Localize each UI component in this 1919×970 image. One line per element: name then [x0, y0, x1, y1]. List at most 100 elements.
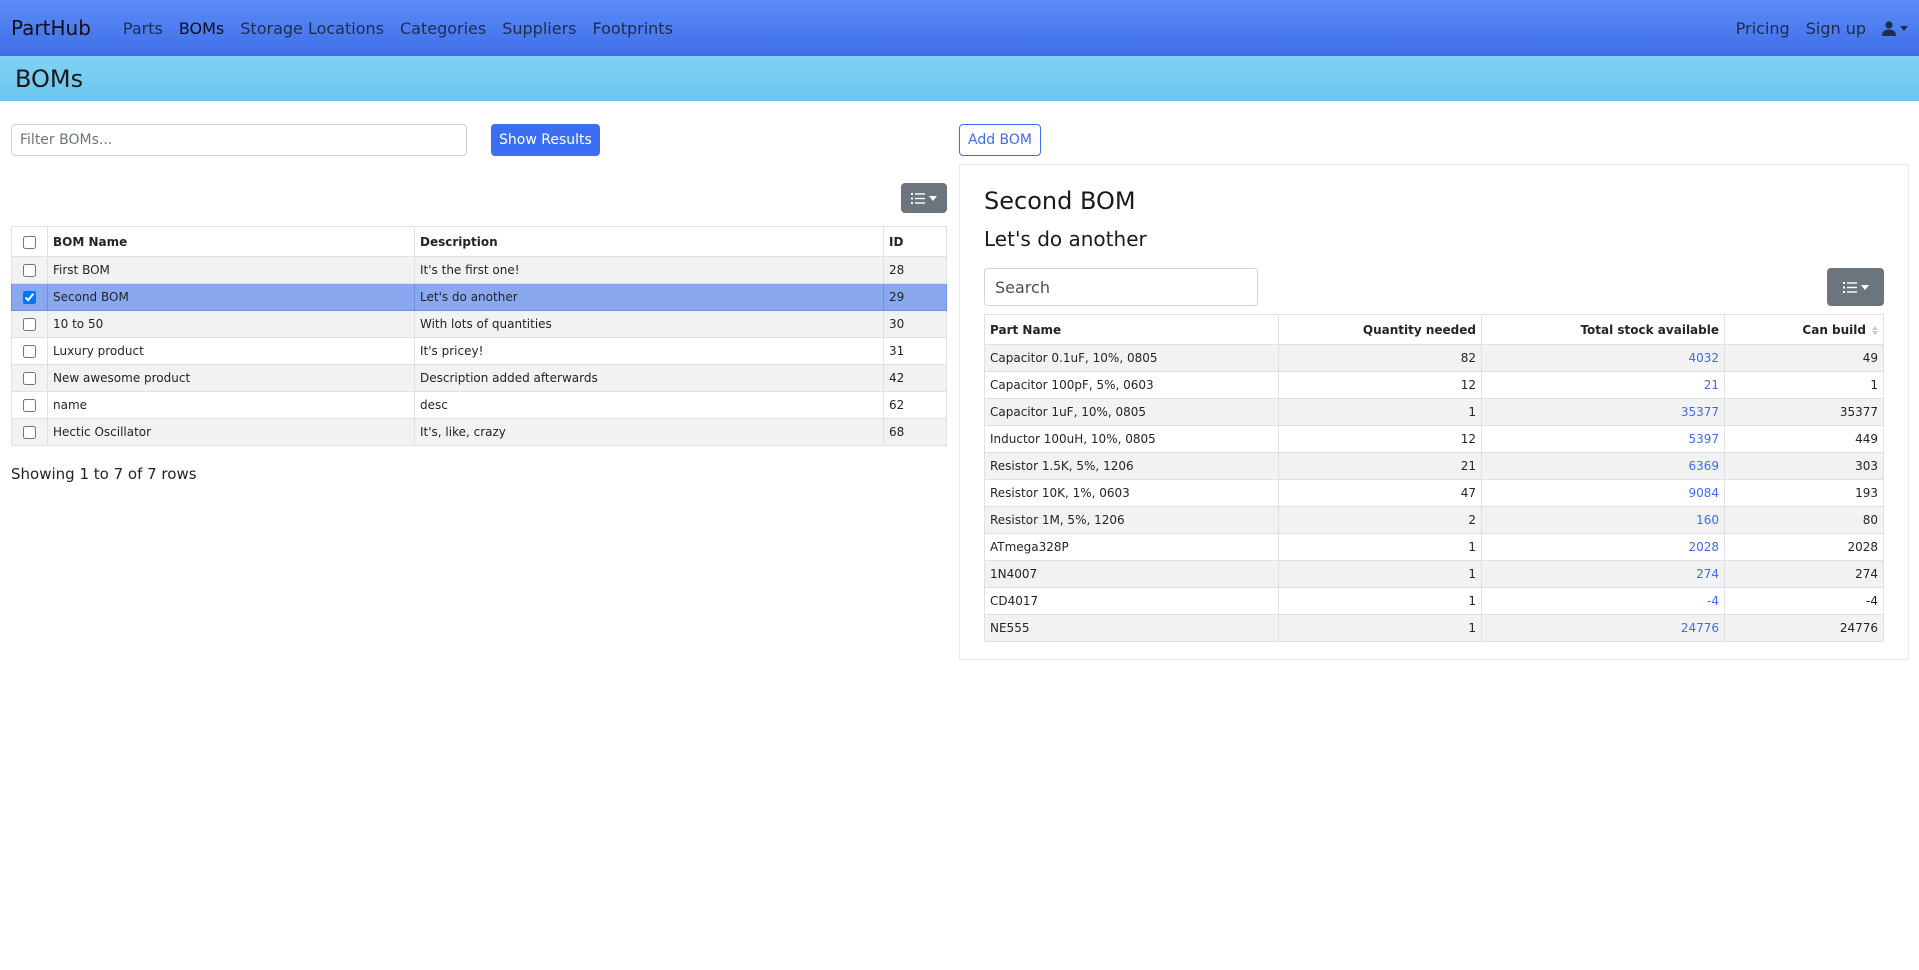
filter-row: Show Results — [11, 124, 947, 156]
can-build-cell: 1 — [1724, 371, 1884, 399]
table-row[interactable]: name desc 62 — [11, 391, 947, 419]
row-select-cell — [11, 391, 48, 419]
bom-detail-panel: Second BOM Let's do another Part Name — [959, 164, 1909, 660]
bom-table: BOM Name Description ID First BOM It's t… — [11, 226, 947, 446]
bom-parts-toolbar — [984, 268, 1884, 306]
quantity-cell: 1 — [1278, 614, 1482, 642]
column-header-id[interactable]: ID — [883, 226, 947, 257]
row-checkbox[interactable] — [23, 264, 36, 277]
row-checkbox[interactable] — [23, 426, 36, 439]
table-row: Capacitor 1uF, 10%, 0805 1 35377 35377 — [984, 398, 1884, 426]
nav-boms[interactable]: BOMs — [179, 19, 224, 38]
bom-id-cell: 30 — [883, 310, 947, 338]
row-checkbox[interactable] — [23, 291, 36, 304]
nav-footprints[interactable]: Footprints — [592, 19, 672, 38]
bom-id-cell: 62 — [883, 391, 947, 419]
part-name-cell: 1N4007 — [984, 560, 1279, 588]
add-bom-button[interactable]: Add BOM — [959, 124, 1042, 156]
column-header-part-name[interactable]: Part Name — [984, 314, 1279, 345]
table-row: Resistor 10K, 1%, 0603 47 9084 193 — [984, 479, 1884, 507]
quantity-cell: 2 — [1278, 506, 1482, 534]
table-row[interactable]: New awesome product Description added af… — [11, 364, 947, 392]
column-header-total-stock[interactable]: Total stock available — [1481, 314, 1725, 345]
brand-logo[interactable]: PartHub — [11, 16, 91, 40]
nav-categories[interactable]: Categories — [400, 19, 486, 38]
table-row[interactable]: 10 to 50 With lots of quantities 30 — [11, 310, 947, 338]
stock-link[interactable]: 160 — [1481, 506, 1725, 534]
bom-id-cell: 29 — [883, 283, 947, 311]
bom-name-cell: Luxury product — [47, 337, 415, 365]
table-row: Resistor 1.5K, 5%, 1206 21 6369 303 — [984, 452, 1884, 480]
sort-icon[interactable] — [1872, 325, 1878, 335]
stock-link[interactable]: 2028 — [1481, 533, 1725, 561]
user-nav: Pricing Sign up — [1728, 19, 1908, 38]
part-name-cell: Capacitor 1uF, 10%, 0805 — [984, 398, 1279, 426]
chevron-down-icon — [929, 195, 937, 201]
quantity-cell: 1 — [1278, 398, 1482, 426]
stock-link[interactable]: -4 — [1481, 587, 1725, 615]
bom-description-cell: desc — [414, 391, 884, 419]
table-row[interactable]: Hectic Oscillator It's, like, crazy 68 — [11, 418, 947, 446]
select-all-cell — [11, 226, 48, 257]
table-row: Resistor 1M, 5%, 1206 2 160 80 — [984, 506, 1884, 534]
can-build-cell: 49 — [1724, 344, 1884, 372]
user-menu-dropdown[interactable] — [1882, 20, 1908, 36]
row-checkbox[interactable] — [23, 399, 36, 412]
quantity-cell: 1 — [1278, 560, 1482, 588]
stock-link[interactable]: 5397 — [1481, 425, 1725, 453]
part-name-cell: NE555 — [984, 614, 1279, 642]
bom-name-cell: Hectic Oscillator — [47, 418, 415, 446]
chevron-down-icon — [1860, 284, 1869, 290]
nav-sign-up[interactable]: Sign up — [1806, 19, 1866, 38]
part-name-cell: Resistor 1.5K, 5%, 1206 — [984, 452, 1279, 480]
nav-parts[interactable]: Parts — [123, 19, 163, 38]
nav-pricing[interactable]: Pricing — [1736, 19, 1790, 38]
quantity-cell: 21 — [1278, 452, 1482, 480]
show-results-button[interactable]: Show Results — [491, 124, 600, 156]
stock-link[interactable]: 35377 — [1481, 398, 1725, 426]
column-header-bom-name[interactable]: BOM Name — [47, 226, 415, 257]
stock-link[interactable]: 21 — [1481, 371, 1725, 399]
table-row[interactable]: First BOM It's the first one! 28 — [11, 256, 947, 284]
row-checkbox[interactable] — [23, 345, 36, 358]
table-row[interactable]: Luxury product It's pricey! 31 — [11, 337, 947, 365]
stock-link[interactable]: 274 — [1481, 560, 1725, 588]
bom-table-header: BOM Name Description ID — [11, 226, 947, 257]
row-select-cell — [11, 310, 48, 338]
bom-description-cell: It's pricey! — [414, 337, 884, 365]
columns-toggle-button[interactable] — [901, 183, 947, 213]
table-row: Capacitor 100pF, 5%, 0603 12 21 1 — [984, 371, 1884, 399]
bom-name-cell: New awesome product — [47, 364, 415, 392]
search-input[interactable] — [984, 268, 1258, 306]
column-header-quantity-needed[interactable]: Quantity needed — [1278, 314, 1482, 345]
part-name-cell: Resistor 1M, 5%, 1206 — [984, 506, 1279, 534]
main-content: Show Results BOM Name Description ID — [0, 101, 1919, 970]
column-header-description[interactable]: Description — [414, 226, 884, 257]
nav-storage-locations[interactable]: Storage Locations — [240, 19, 384, 38]
bom-parts-table: Part Name Quantity needed Total stock av… — [984, 314, 1884, 642]
nav-suppliers[interactable]: Suppliers — [502, 19, 576, 38]
part-name-cell: ATmega328P — [984, 533, 1279, 561]
row-checkbox[interactable] — [23, 372, 36, 385]
stock-link[interactable]: 24776 — [1481, 614, 1725, 642]
user-icon — [1882, 20, 1896, 36]
can-build-label: Can build — [1802, 322, 1866, 337]
bom-detail-subtitle: Let's do another — [984, 227, 1147, 251]
column-header-can-build[interactable]: Can build — [1724, 314, 1884, 345]
quantity-cell: 1 — [1278, 587, 1482, 615]
table-row[interactable]: Second BOM Let's do another 29 — [11, 283, 947, 311]
quantity-cell: 1 — [1278, 533, 1482, 561]
bom-name-cell: First BOM — [47, 256, 415, 284]
row-checkbox[interactable] — [23, 318, 36, 331]
stock-link[interactable]: 9084 — [1481, 479, 1725, 507]
select-all-checkbox[interactable] — [23, 235, 36, 249]
filter-boms-input[interactable] — [11, 124, 467, 156]
stock-link[interactable]: 4032 — [1481, 344, 1725, 372]
can-build-cell: 35377 — [1724, 398, 1884, 426]
columns-toggle-button[interactable] — [1827, 268, 1884, 306]
main-nav: Parts BOMs Storage Locations Categories … — [115, 19, 681, 38]
bom-description-cell: It's the first one! — [414, 256, 884, 284]
stock-link[interactable]: 6369 — [1481, 452, 1725, 480]
top-navbar: PartHub Parts BOMs Storage Locations Cat… — [0, 0, 1919, 56]
row-select-cell — [11, 337, 48, 365]
